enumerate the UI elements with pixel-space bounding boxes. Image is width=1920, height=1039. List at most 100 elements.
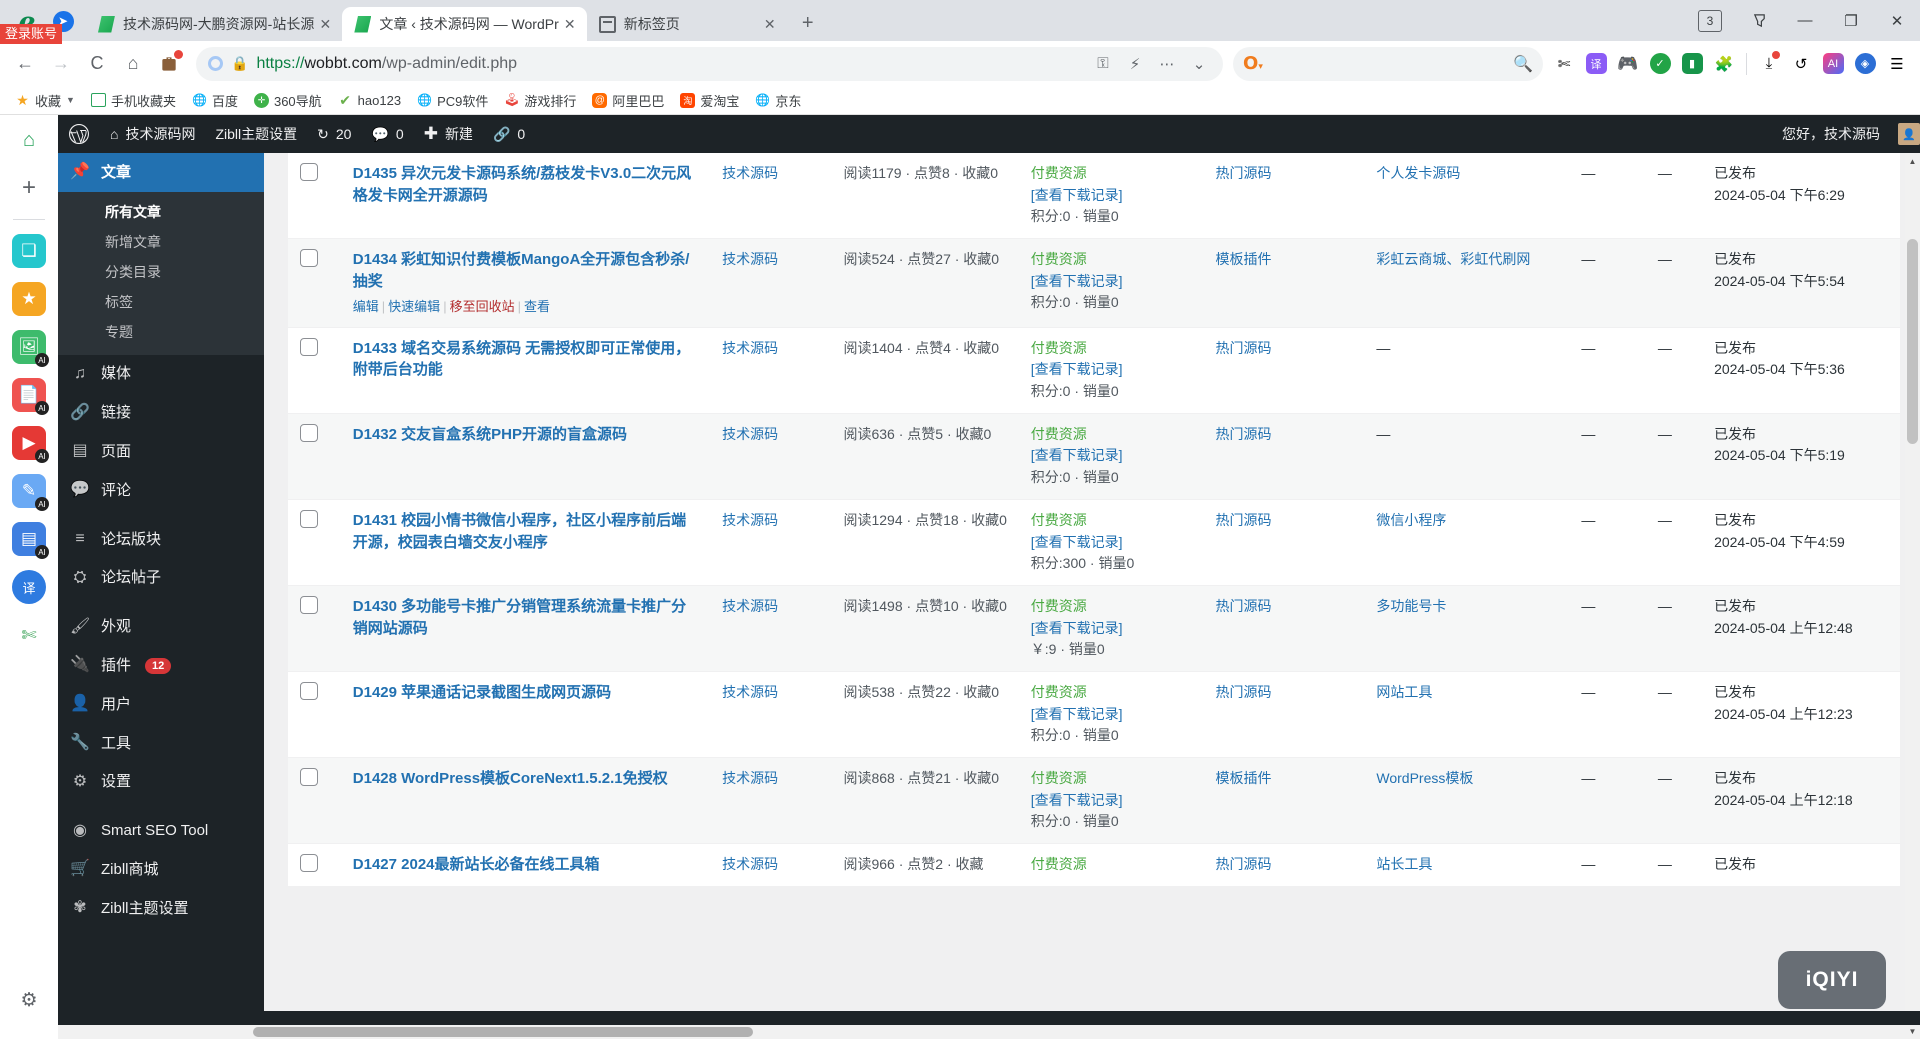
- search-icon[interactable]: 🔍: [1513, 54, 1533, 74]
- author-link[interactable]: 技术源码: [722, 165, 778, 181]
- post-title-link[interactable]: D1429 苹果通话记录截图生成网页源码: [353, 682, 700, 704]
- account-area[interactable]: 您好，技术源码 👤: [1772, 115, 1920, 153]
- post-title-link[interactable]: D1432 交友盲盒系统PHP开源的盲盒源码: [353, 424, 700, 446]
- login-account-badge[interactable]: 登录账号: [0, 24, 62, 44]
- horizontal-scroll-thumb[interactable]: [253, 1027, 753, 1037]
- tab-close-icon[interactable]: ✕: [559, 13, 581, 35]
- row-checkbox-cell[interactable]: [288, 671, 341, 757]
- download-record-link[interactable]: [查看下载记录]: [1031, 704, 1194, 726]
- sidebar-item-links[interactable]: 🔗 链接: [58, 394, 264, 433]
- ai-image-icon[interactable]: 🖼AI: [12, 330, 46, 364]
- row-checkbox[interactable]: [300, 424, 318, 442]
- favorites-star-icon[interactable]: ★: [12, 282, 46, 316]
- bookmark-item-6[interactable]: 🕹 游戏排行: [497, 88, 583, 113]
- updates-link[interactable]: ↻ 20: [307, 115, 361, 153]
- row-checkbox-cell[interactable]: [288, 327, 341, 413]
- search-input[interactable]: O▾ 🔍: [1233, 47, 1543, 81]
- row-checkbox-cell[interactable]: [288, 239, 341, 328]
- sidebar-item-plugins[interactable]: 🔌 插件 12: [58, 646, 264, 685]
- download-icon[interactable]: ⤓: [1754, 49, 1784, 79]
- table-row[interactable]: D1430 多功能号卡推广分销管理系统流量卡推广分销网站源码 技术源码 阅读14…: [288, 585, 1900, 671]
- new-tab-button[interactable]: +: [793, 8, 823, 38]
- submenu-item-categories[interactable]: 分类目录: [58, 257, 264, 287]
- tag-link[interactable]: 个人发卡源码: [1376, 165, 1460, 181]
- tab-close-icon[interactable]: ✕: [759, 13, 781, 35]
- author-link[interactable]: 技术源码: [722, 340, 778, 356]
- vertical-scrollbar[interactable]: ▲ ▼: [1905, 153, 1920, 1039]
- reload-button[interactable]: C: [80, 47, 114, 81]
- post-title-link[interactable]: D1434 彩虹知识付费模板MangoA全开源包含秒杀/抽奖: [353, 249, 700, 293]
- bookmark-item-7[interactable]: @ 阿里巴巴: [585, 88, 671, 113]
- sidebar-item-users[interactable]: 👤 用户: [58, 685, 264, 724]
- post-title-cell[interactable]: D1430 多功能号卡推广分销管理系统流量卡推广分销网站源码: [341, 585, 710, 671]
- row-checkbox-cell[interactable]: [288, 499, 341, 585]
- row-checkbox-cell[interactable]: [288, 758, 341, 844]
- comments-link[interactable]: 💬 0: [361, 115, 413, 153]
- bookmark-item-4[interactable]: ✔ hao123: [331, 90, 408, 111]
- clipboard-app-icon[interactable]: ❏: [12, 234, 46, 268]
- maximize-button[interactable]: ❐: [1828, 0, 1874, 41]
- plus-icon[interactable]: +: [12, 171, 46, 205]
- author-link[interactable]: 技术源码: [722, 770, 778, 786]
- author-link[interactable]: 技术源码: [722, 426, 778, 442]
- download-record-link[interactable]: [查看下载记录]: [1031, 618, 1194, 640]
- sidebar-item-media[interactable]: ♫ 媒体: [58, 355, 264, 394]
- forward-button[interactable]: →: [44, 47, 78, 81]
- bookmark-item-8[interactable]: 淘 爱淘宝: [673, 88, 746, 113]
- address-bar[interactable]: 🔒 https://wobbt.com/wp-admin/edit.php ⚿ …: [196, 47, 1223, 81]
- sidebar-item-zibll-shop[interactable]: 🛒 Zibll商城: [58, 850, 264, 889]
- row-checkbox[interactable]: [300, 163, 318, 181]
- post-title-link[interactable]: D1430 多功能号卡推广分销管理系统流量卡推广分销网站源码: [353, 596, 700, 640]
- post-title-link[interactable]: D1433 域名交易系统源码 无需授权即可正常使用，附带后台功能: [353, 338, 700, 382]
- table-row[interactable]: D1433 域名交易系统源码 无需授权即可正常使用，附带后台功能 技术源码 阅读…: [288, 327, 1900, 413]
- post-title-cell[interactable]: D1428 WordPress模板CoreNext1.5.2.1免授权: [341, 758, 710, 844]
- post-title-link[interactable]: D1431 校园小情书微信小程序，社区小程序前后端开源，校园表白墙交友小程序: [353, 510, 700, 554]
- key-icon[interactable]: ⚿: [1091, 52, 1115, 76]
- browser-tab-2[interactable]: 新标签页 ✕: [587, 7, 787, 41]
- translate-icon[interactable]: 译: [1581, 49, 1611, 79]
- settings-gear-icon[interactable]: ⚙: [12, 983, 46, 1017]
- ai-pdf-icon[interactable]: 📄AI: [12, 378, 46, 412]
- row-checkbox-cell[interactable]: [288, 844, 341, 887]
- submenu-item-topics[interactable]: 专题: [58, 317, 264, 347]
- vertical-scroll-thumb[interactable]: [1907, 239, 1918, 444]
- row-checkbox[interactable]: [300, 768, 318, 786]
- puzzle-extension-icon[interactable]: 🧩: [1709, 49, 1739, 79]
- author-link[interactable]: 技术源码: [722, 512, 778, 528]
- bookmark-item-1[interactable]: 手机收藏夹: [84, 88, 183, 113]
- lightning-icon[interactable]: ⚡: [1123, 52, 1147, 76]
- ai-icon[interactable]: AI: [1818, 49, 1848, 79]
- author-link[interactable]: 技术源码: [722, 684, 778, 700]
- ai-doc-icon[interactable]: ▤AI: [12, 522, 46, 556]
- menu-icon[interactable]: ☰: [1882, 49, 1912, 79]
- scissors-tool-icon[interactable]: ✄: [12, 618, 46, 652]
- table-row[interactable]: D1431 校园小情书微信小程序，社区小程序前后端开源，校园表白墙交友小程序 技…: [288, 499, 1900, 585]
- table-row[interactable]: D1434 彩虹知识付费模板MangoA全开源包含秒杀/抽奖 编辑|快速编辑|移…: [288, 239, 1900, 328]
- table-row[interactable]: D1435 异次元发卡源码系统/荔枝发卡V3.0二次元风格发卡网全开源源码 技术…: [288, 153, 1900, 239]
- row-checkbox[interactable]: [300, 510, 318, 528]
- book-icon[interactable]: ▮: [1677, 49, 1707, 79]
- table-row[interactable]: D1427 2024最新站长必备在线工具箱 技术源码 阅读966 · 点赞2 ·…: [288, 844, 1900, 887]
- bookmark-item-5[interactable]: 🌐 PC9软件: [410, 88, 495, 113]
- post-title-cell[interactable]: D1427 2024最新站长必备在线工具箱: [341, 844, 710, 887]
- tag-link[interactable]: 网站工具: [1376, 684, 1432, 700]
- category-link[interactable]: 热门源码: [1215, 165, 1271, 181]
- ai-note-icon[interactable]: ✎AI: [12, 474, 46, 508]
- table-row[interactable]: D1429 苹果通话记录截图生成网页源码 技术源码 阅读538 · 点赞22 ·…: [288, 671, 1900, 757]
- view-action[interactable]: 查看: [524, 299, 550, 314]
- author-link[interactable]: 技术源码: [722, 251, 778, 267]
- post-title-cell[interactable]: D1435 异次元发卡源码系统/荔枝发卡V3.0二次元风格发卡网全开源源码: [341, 153, 710, 239]
- translate-bubble-icon[interactable]: 译: [12, 570, 46, 604]
- more-options-icon[interactable]: ⋯: [1155, 52, 1179, 76]
- row-checkbox-cell[interactable]: [288, 153, 341, 239]
- sidebar-item-pages[interactable]: ▤ 页面: [58, 432, 264, 471]
- row-checkbox[interactable]: [300, 338, 318, 356]
- post-title-cell[interactable]: D1431 校园小情书微信小程序，社区小程序前后端开源，校园表白墙交友小程序: [341, 499, 710, 585]
- row-checkbox[interactable]: [300, 596, 318, 614]
- briefcase-icon[interactable]: [152, 47, 186, 81]
- tag-link[interactable]: 多功能号卡: [1376, 598, 1446, 614]
- submenu-item-all-posts[interactable]: 所有文章: [58, 197, 264, 227]
- row-checkbox-cell[interactable]: [288, 585, 341, 671]
- download-record-link[interactable]: [查看下载记录]: [1031, 790, 1194, 812]
- sidebar-item-settings[interactable]: ⚙ 设置: [58, 763, 264, 802]
